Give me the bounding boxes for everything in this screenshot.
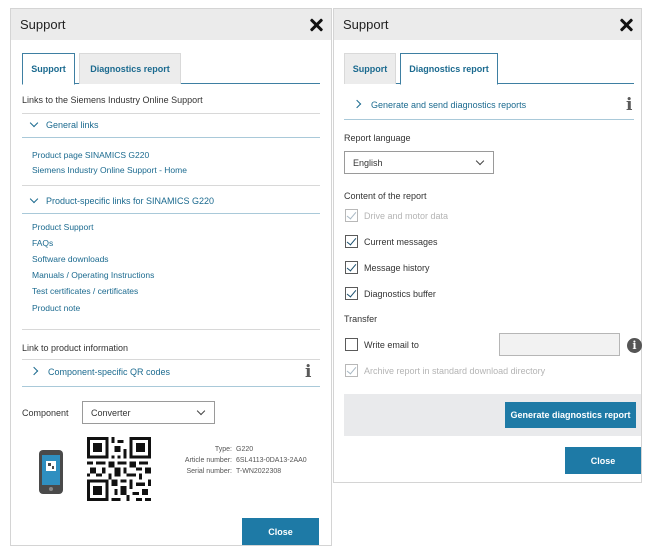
close-icon[interactable] <box>309 18 323 32</box>
support-dialog-left: Support Support Diagnostics report Links… <box>10 8 332 546</box>
message-history-checkbox[interactable] <box>345 261 358 274</box>
diagnostics-buffer-label: Diagnostics buffer <box>364 289 436 299</box>
divider <box>344 119 634 120</box>
divider <box>22 359 320 360</box>
close-button[interactable]: Close <box>565 447 641 474</box>
tab-bar: Support Diagnostics report <box>22 53 320 85</box>
transfer-label: Transfer <box>344 314 378 324</box>
serial-number-value: T-WN2022308 <box>236 468 282 475</box>
generate-diagnostics-report-button[interactable]: Generate diagnostics report <box>505 402 636 428</box>
type-value: G220 <box>236 446 254 453</box>
type-label: Type: <box>214 446 232 453</box>
chevron-down-icon <box>475 156 485 165</box>
generate-send-label: Generate and send diagnostics reports <box>371 100 527 110</box>
email-field[interactable] <box>499 333 620 356</box>
link-test-certificates[interactable]: Test certificates / certificates <box>32 286 138 296</box>
chevron-right-icon <box>352 99 362 109</box>
general-links-label: General links <box>46 120 99 130</box>
tab-diagnostics-report[interactable]: Diagnostics report <box>400 53 498 85</box>
product-links-label: Product-specific links for SINAMICS G220 <box>46 196 215 206</box>
link-product-note[interactable]: Product note <box>32 303 80 313</box>
info-icon[interactable]: i <box>626 95 632 115</box>
archive-report-label: Archive report in standard download dire… <box>364 366 546 376</box>
info-icon[interactable]: i <box>305 362 311 382</box>
qr-code-image <box>87 437 151 501</box>
drive-motor-data-label: Drive and motor data <box>364 211 449 221</box>
write-email-label: Write email to <box>364 340 419 350</box>
divider <box>22 137 320 138</box>
divider <box>22 185 320 186</box>
divider <box>22 213 320 214</box>
archive-report-checkbox <box>345 364 358 377</box>
report-language-label: Report language <box>344 133 411 143</box>
dialog-titlebar: Support <box>11 9 331 40</box>
qr-codes-label: Component-specific QR codes <box>48 367 171 377</box>
divider <box>22 113 320 114</box>
diagnostics-buffer-checkbox[interactable] <box>345 287 358 300</box>
article-number-value: 6SL4113-0DA13-2AA0 <box>236 457 307 464</box>
chevron-down-icon <box>29 118 39 128</box>
link-product-support[interactable]: Product Support <box>32 222 93 232</box>
link-software-downloads[interactable]: Software downloads <box>32 254 109 264</box>
language-select[interactable]: English <box>344 151 494 174</box>
close-button[interactable]: Close <box>242 518 319 545</box>
write-email-checkbox[interactable] <box>345 338 358 351</box>
component-select[interactable]: Converter <box>82 401 215 424</box>
info-circle-icon[interactable]: i <box>627 338 642 353</box>
support-dialog-right: Support Support Diagnostics report Gener… <box>333 8 642 483</box>
general-links-header[interactable]: General links <box>29 118 99 130</box>
component-label: Component <box>22 408 69 418</box>
message-history-label: Message history <box>364 263 430 273</box>
tab-support[interactable]: Support <box>22 53 75 85</box>
chevron-down-icon <box>29 194 39 204</box>
component-select-value: Converter <box>91 407 131 418</box>
dialog-title: Support <box>343 17 389 32</box>
link-faqs[interactable]: FAQs <box>32 238 53 248</box>
close-icon[interactable] <box>619 18 633 32</box>
language-select-value: English <box>353 157 383 168</box>
current-messages-label: Current messages <box>364 237 438 247</box>
current-messages-checkbox[interactable] <box>345 235 358 248</box>
product-links-header[interactable]: Product-specific links for SINAMICS G220 <box>29 194 215 206</box>
link-product-page[interactable]: Product page SINAMICS G220 <box>32 150 149 160</box>
dialog-title: Support <box>20 17 66 32</box>
link-manuals[interactable]: Manuals / Operating Instructions <box>32 270 154 280</box>
mobile-device-icon <box>39 450 63 494</box>
serial-number-label: Serial number: <box>186 468 232 475</box>
tab-diagnostics-report[interactable]: Diagnostics report <box>79 53 181 84</box>
divider <box>22 386 320 387</box>
divider <box>22 329 320 330</box>
chevron-down-icon <box>196 406 206 415</box>
product-info-label: Link to product information <box>22 343 129 353</box>
tab-support[interactable]: Support <box>344 53 396 84</box>
tab-bar: Support Diagnostics report <box>344 53 634 85</box>
content-of-report-label: Content of the report <box>344 191 427 201</box>
drive-motor-data-checkbox <box>345 209 358 222</box>
dialog-titlebar: Support <box>334 9 641 40</box>
generate-send-section[interactable]: Generate and send diagnostics reports <box>352 99 527 110</box>
link-sios-home[interactable]: Siemens Industry Online Support - Home <box>32 165 187 175</box>
qr-codes-section[interactable]: Component-specific QR codes <box>29 366 171 377</box>
chevron-right-icon <box>29 366 39 376</box>
article-number-label: Article number: <box>184 457 232 464</box>
intro-text: Links to the Siemens Industry Online Sup… <box>22 95 203 105</box>
